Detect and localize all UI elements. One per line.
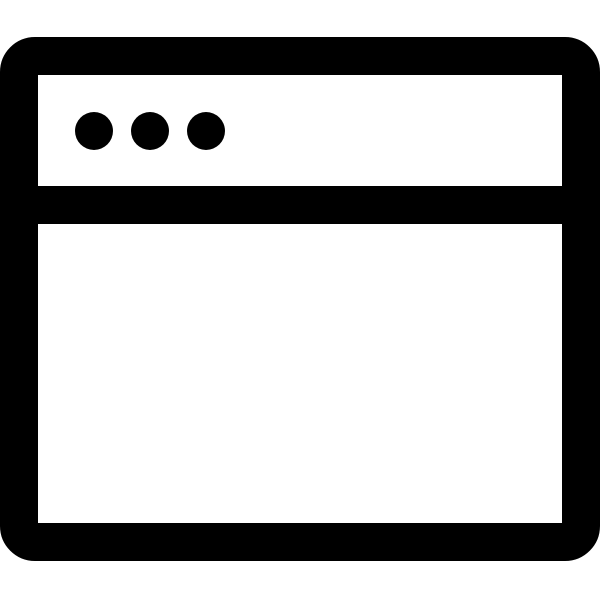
window-dot-1 (75, 112, 113, 150)
icon-canvas (0, 0, 600, 600)
window-dots (75, 112, 225, 150)
browser-window-icon (0, 37, 600, 561)
window-dot-3 (187, 112, 225, 150)
window-dot-2 (131, 112, 169, 150)
